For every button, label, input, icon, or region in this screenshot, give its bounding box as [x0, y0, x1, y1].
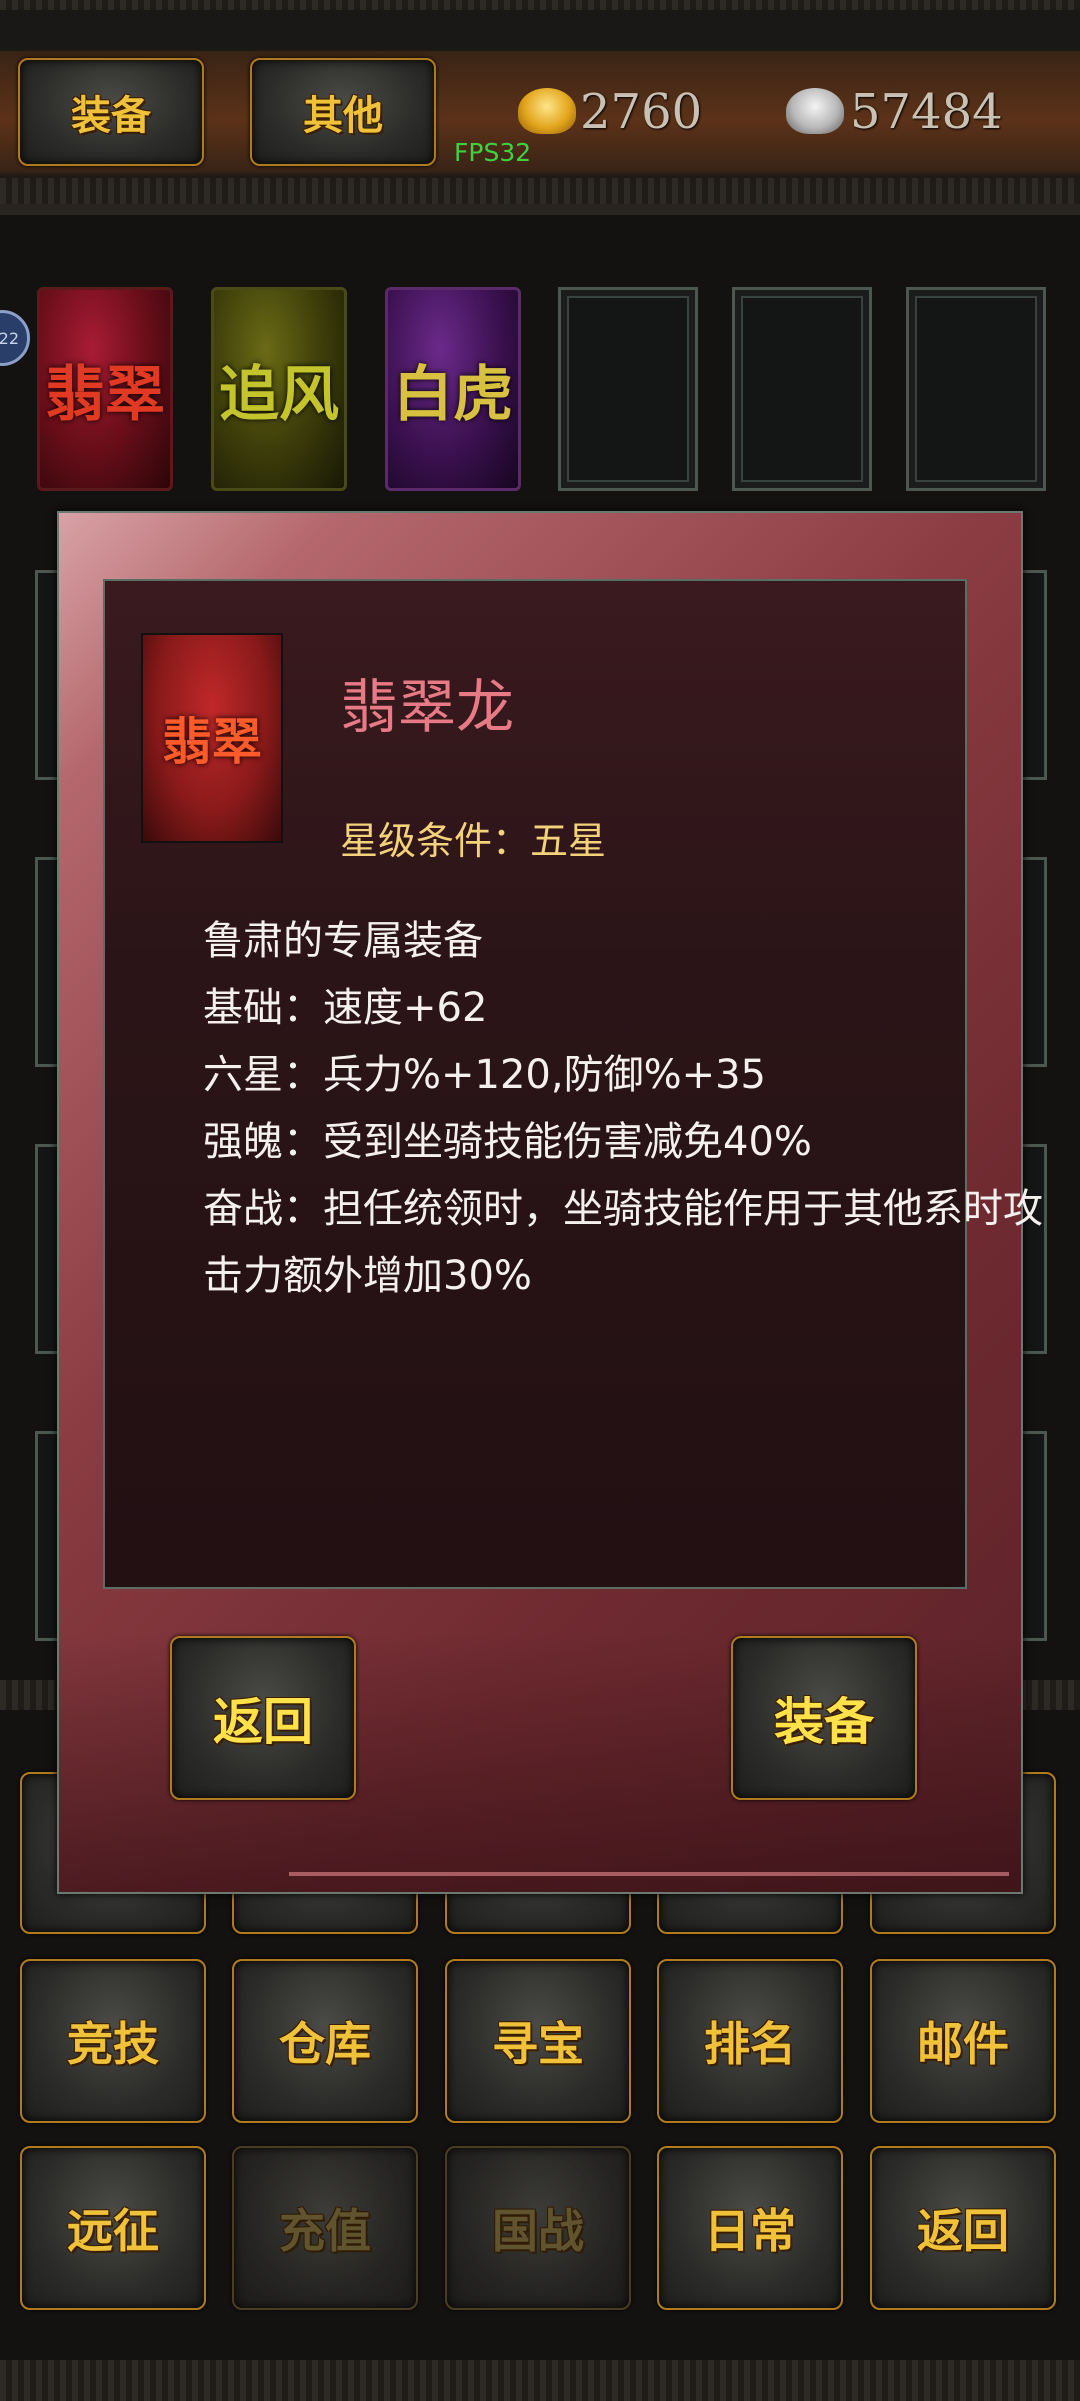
grid-slot-edge [35, 570, 59, 780]
top-divider [0, 0, 1080, 10]
empty-mount-slot[interactable] [558, 287, 698, 491]
equip-button[interactable]: 装备 [731, 1636, 917, 1800]
desc-line: 击力额外增加30% [203, 1253, 532, 1299]
menu-label: 日常 [704, 2204, 796, 2258]
tab-equipment[interactable]: 装备 [18, 58, 204, 166]
grid-slot-edge [1023, 857, 1047, 1067]
menu-daily-button[interactable]: 日常 [657, 2146, 843, 2310]
empty-mount-slot[interactable] [732, 287, 872, 491]
back-button-label: 返回 [213, 1692, 313, 1751]
star-condition: 星级条件：五星 [340, 819, 607, 863]
menu-label: 邮件 [917, 2017, 1009, 2071]
menu-mail-button[interactable]: 邮件 [870, 1959, 1056, 2123]
menu-label: 返回 [917, 2204, 1009, 2258]
silver-ingot-icon [786, 88, 844, 134]
grid-slot-edge [1023, 570, 1047, 780]
mount-card-label: 白虎 [393, 359, 513, 430]
desc-line: 基础：速度+62 [203, 985, 488, 1031]
side-avatar-badge[interactable]: 22 [0, 310, 30, 366]
menu-label: 竞技 [67, 2017, 159, 2071]
side-badge-value: 22 [0, 328, 19, 348]
menu-arena-button[interactable]: 竞技 [20, 1959, 206, 2123]
menu-label: 充值 [279, 2204, 371, 2258]
menu-recharge-button[interactable]: 充值 [232, 2146, 418, 2310]
menu-treasure-button[interactable]: 寻宝 [445, 1959, 631, 2123]
silver-amount: 57484 [850, 84, 1003, 140]
header-divider [0, 178, 1080, 204]
tab-other-label: 其他 [303, 92, 383, 139]
menu-label: 寻宝 [492, 2017, 584, 2071]
fps-counter: FPS32 [454, 138, 532, 167]
menu-label: 远征 [67, 2204, 159, 2258]
mount-card-feicui[interactable]: 翡翠 [37, 287, 173, 491]
tab-equipment-label: 装备 [71, 92, 151, 139]
grid-slot-edge [35, 1144, 59, 1354]
empty-mount-slot[interactable] [906, 287, 1046, 491]
gold-ingot-icon [518, 88, 576, 134]
menu-return-button[interactable]: 返回 [870, 2146, 1056, 2310]
menu-warehouse-button[interactable]: 仓库 [232, 1959, 418, 2123]
back-button[interactable]: 返回 [170, 1636, 356, 1800]
equip-button-label: 装备 [774, 1692, 874, 1751]
dialog-highlight-line [289, 1872, 1009, 1876]
desc-line: 奋战：担任统领时，坐骑技能作用于其他系时攻 [203, 1186, 1043, 1232]
tab-other[interactable]: 其他 [250, 58, 436, 166]
mount-card-zhuifeng[interactable]: 追风 [211, 287, 347, 491]
mount-card-baihu[interactable]: 白虎 [385, 287, 521, 491]
grid-slot-edge [1023, 1431, 1047, 1641]
item-icon-label: 翡翠 [162, 712, 262, 771]
menu-ranking-button[interactable]: 排名 [657, 1959, 843, 2123]
mount-card-label: 追风 [219, 359, 339, 430]
desc-line: 强魄：受到坐骑技能伤害减免40% [203, 1119, 812, 1165]
menu-label: 排名 [704, 2017, 796, 2071]
menu-label: 国战 [492, 2204, 584, 2258]
item-name: 翡翠龙 [340, 673, 515, 741]
bottom-divider [0, 2360, 1080, 2401]
item-icon: 翡翠 [141, 633, 283, 843]
grid-slot-edge [35, 857, 59, 1067]
desc-line: 鲁肃的专属装备 [203, 918, 483, 964]
mount-card-label: 翡翠 [45, 359, 165, 430]
desc-line: 六星：兵力%+120,防御%+35 [203, 1052, 767, 1098]
menu-nation-war-button[interactable]: 国战 [445, 2146, 631, 2310]
grid-slot-edge [35, 1431, 59, 1641]
gold-amount: 2760 [580, 84, 703, 140]
menu-label: 仓库 [279, 2017, 371, 2071]
menu-expedition-button[interactable]: 远征 [20, 2146, 206, 2310]
